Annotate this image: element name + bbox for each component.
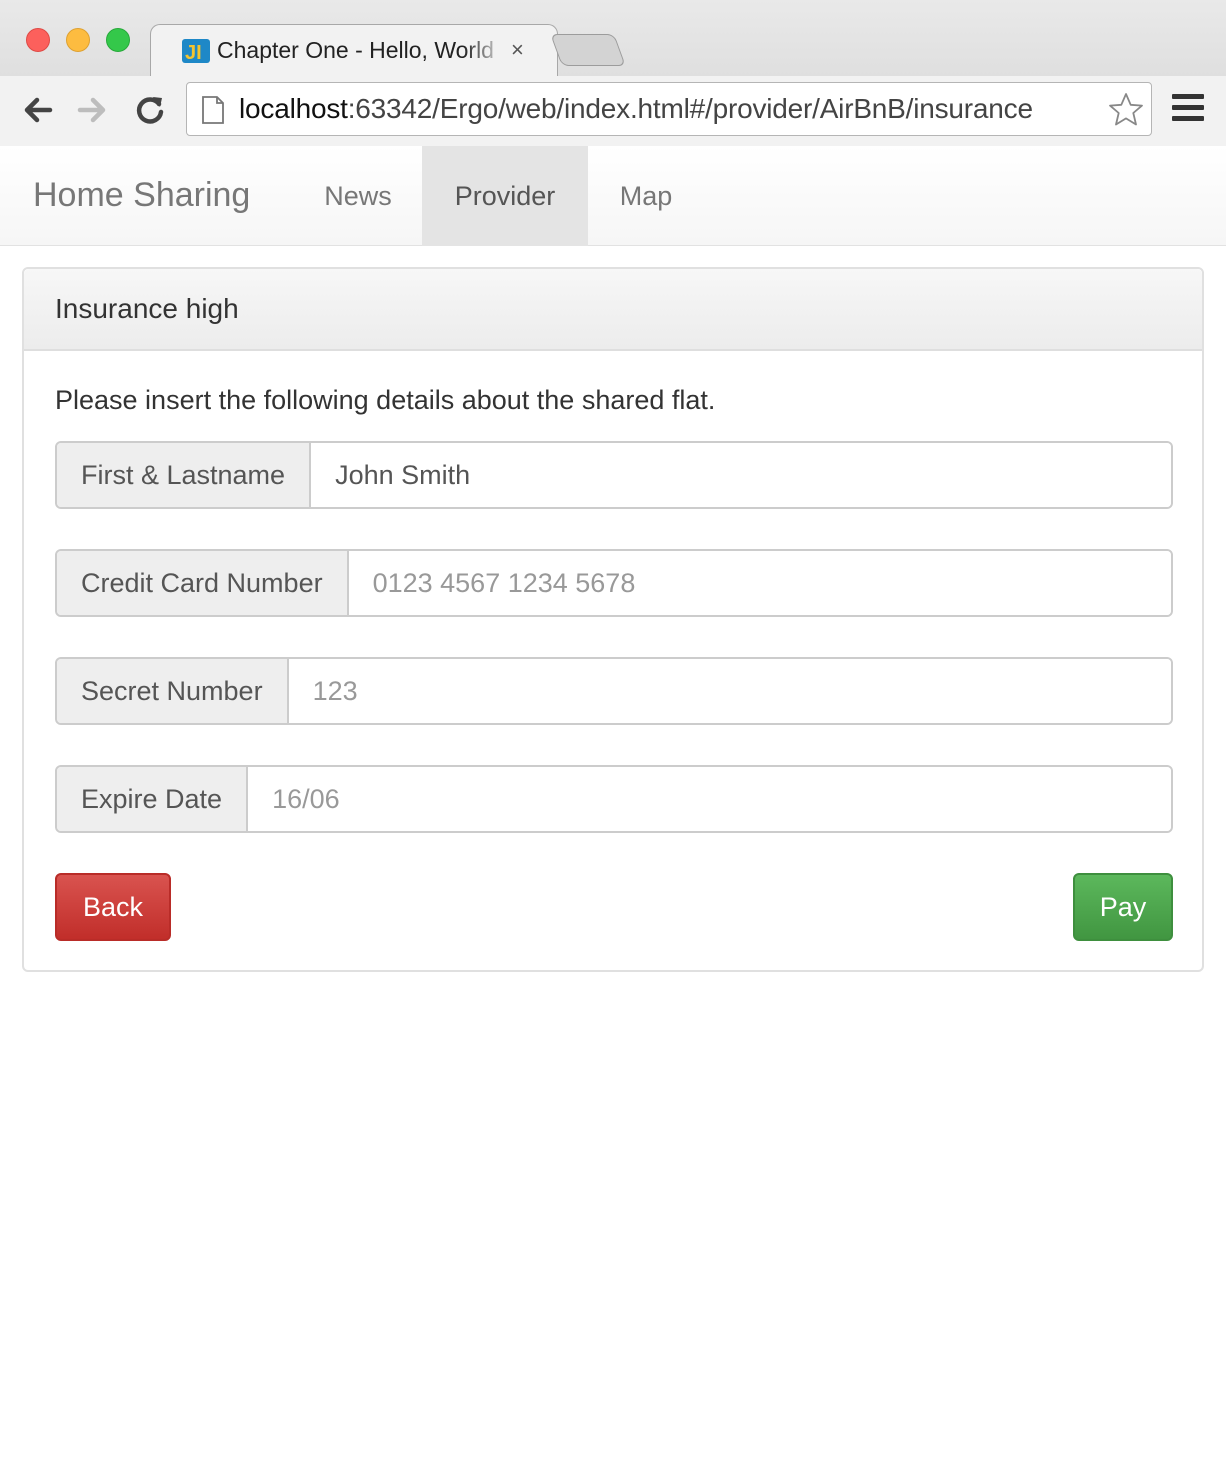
panel-title: Insurance high (55, 293, 239, 324)
reload-icon[interactable] (132, 92, 168, 128)
expire-date-label: Expire Date (57, 767, 249, 831)
url-text: localhost:63342/Ergo/web/index.html#/pro… (239, 93, 1033, 125)
name-input-group: First & Lastname (55, 441, 1173, 509)
url-host: localhost (239, 93, 348, 124)
star-icon[interactable] (1107, 91, 1145, 129)
secret-number-label: Secret Number (57, 659, 289, 723)
credit-card-input-group: Credit Card Number (55, 549, 1173, 617)
expire-date-field[interactable] (248, 767, 1171, 831)
svg-text:JI: JI (185, 42, 202, 64)
zoom-window-button[interactable] (106, 28, 130, 52)
pay-button[interactable]: Pay (1073, 873, 1173, 941)
address-bar[interactable]: localhost:63342/Ergo/web/index.html#/pro… (186, 82, 1152, 136)
intro-text: Please insert the following details abou… (55, 385, 716, 415)
close-window-button[interactable] (26, 28, 50, 52)
brand-link[interactable]: Home Sharing (33, 176, 250, 215)
nav-item-news[interactable]: News (293, 146, 423, 246)
browser-tab[interactable]: JI Chapter One - Hello, World × (150, 24, 558, 76)
tab-close-icon[interactable]: × (511, 37, 524, 63)
secret-number-input-group: Secret Number (55, 657, 1173, 725)
nav-item-provider[interactable]: Provider (422, 146, 588, 246)
new-tab-button[interactable] (550, 34, 626, 66)
minimize-window-button[interactable] (66, 28, 90, 52)
panel-heading: Insurance high (24, 269, 1202, 351)
webstorm-icon: JI (182, 39, 210, 64)
credit-card-label: Credit Card Number (57, 551, 349, 615)
back-button[interactable]: Back (55, 873, 171, 941)
credit-card-field[interactable] (348, 551, 1171, 615)
browser-chrome: JI Chapter One - Hello, World × localhos… (0, 0, 1226, 146)
browser-toolbar: localhost:63342/Ergo/web/index.html#/pro… (0, 76, 1226, 146)
secret-number-field[interactable] (288, 659, 1171, 723)
nav-item-map[interactable]: Map (588, 146, 704, 246)
arrow-left-icon[interactable] (20, 92, 56, 128)
name-label: First & Lastname (57, 443, 312, 507)
arrow-right-icon[interactable] (74, 92, 110, 128)
insurance-panel: Insurance high Please insert the followi… (22, 267, 1204, 972)
tab-title: Chapter One - Hello, World (217, 37, 494, 63)
page-icon (202, 96, 224, 124)
name-field[interactable] (311, 443, 1171, 507)
expire-date-input-group: Expire Date (55, 765, 1173, 833)
site-navbar: Home Sharing News Provider Map (0, 146, 1226, 246)
hamburger-menu-icon[interactable] (1172, 94, 1204, 124)
url-path: :63342/Ergo/web/index.html#/provider/Air… (347, 93, 1033, 124)
